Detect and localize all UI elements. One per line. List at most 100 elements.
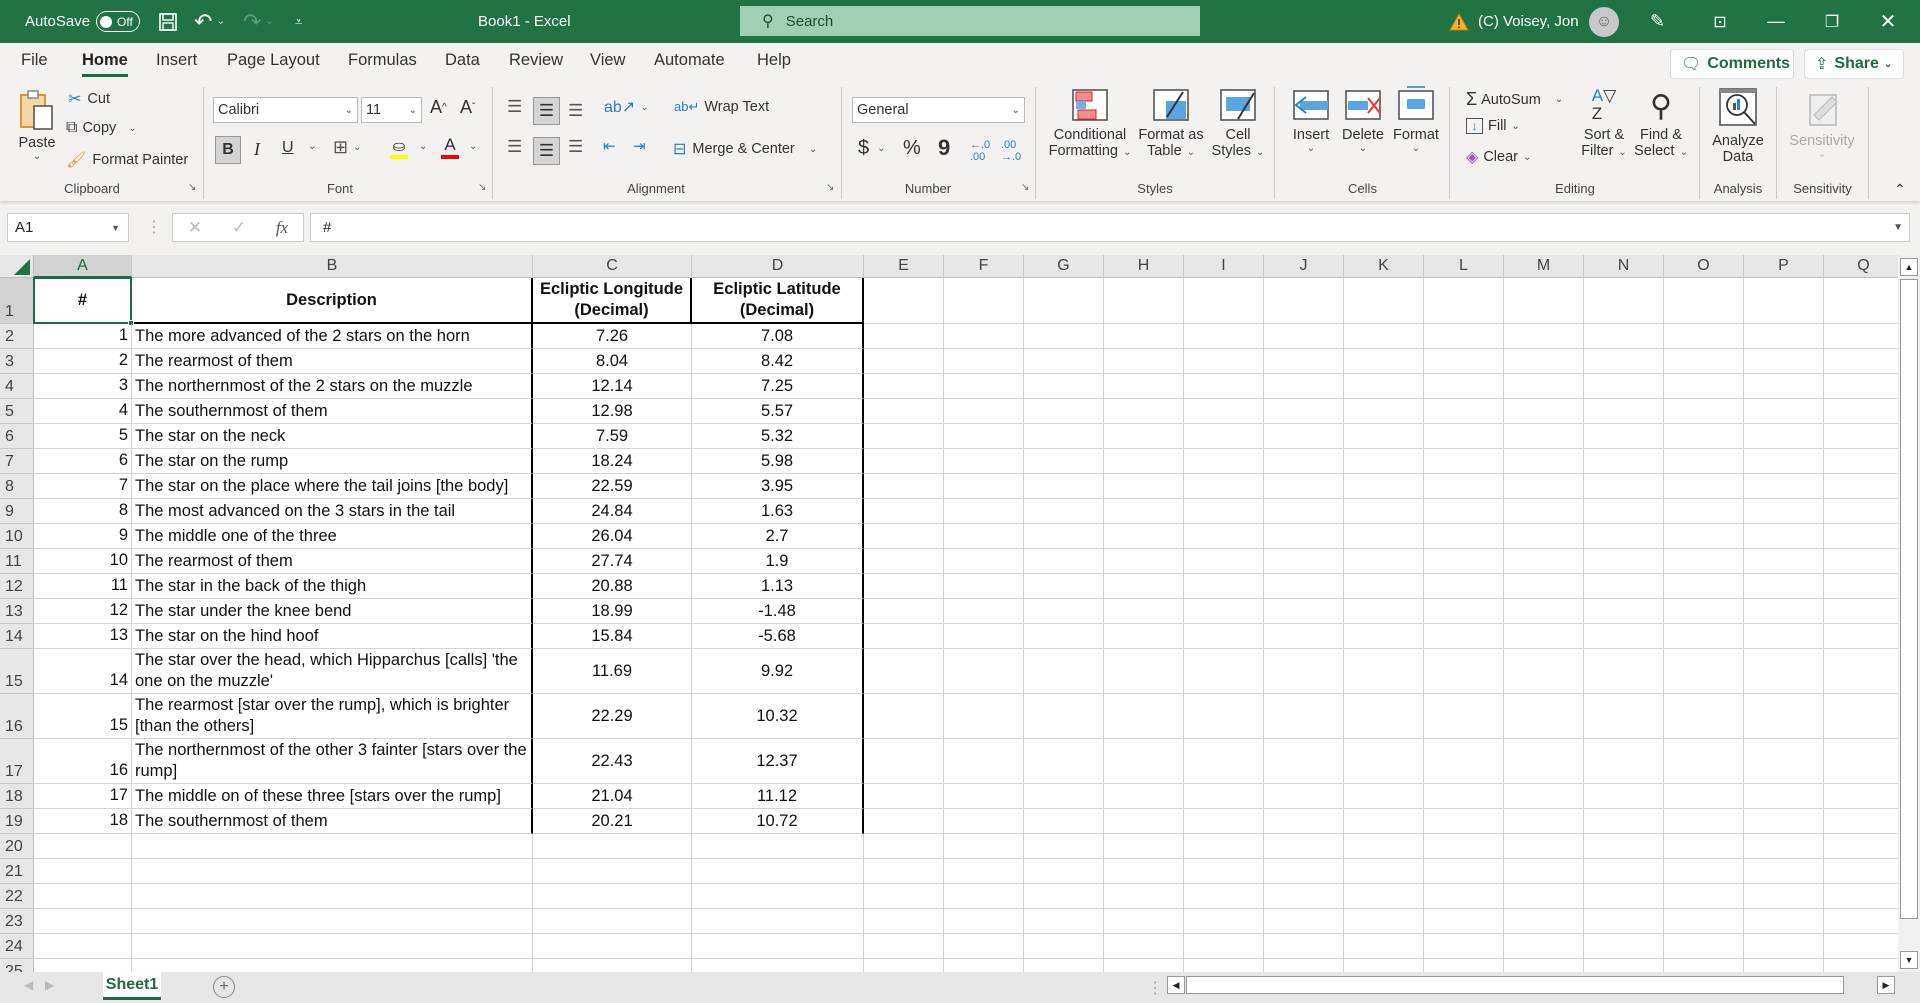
empty-cell[interactable] [1184,784,1264,809]
cell-desc[interactable]: The star on the rump [132,449,533,474]
empty-cell[interactable] [1024,739,1104,784]
cell-lat[interactable]: 7.25 [692,374,864,399]
cell-lon[interactable]: 27.74 [533,549,692,574]
customize-qat-icon[interactable]: ⩡ [295,0,302,43]
empty-cell[interactable] [944,909,1024,934]
empty-cell[interactable] [1184,934,1264,959]
format-painter-button[interactable]: 🖌 Format Painter [66,150,188,170]
empty-cell[interactable] [1264,349,1344,374]
empty-cell[interactable] [1584,884,1664,909]
empty-cell[interactable] [1504,739,1584,784]
cut-button[interactable]: ✂ Cut [68,89,110,109]
empty-cell[interactable] [1504,574,1584,599]
cell-lon[interactable]: 18.99 [533,599,692,624]
empty-cell[interactable] [1184,324,1264,349]
empty-cell[interactable] [1824,694,1898,739]
clipboard-launcher-icon[interactable]: ↘ [188,182,196,193]
empty-cell[interactable] [1184,809,1264,834]
column-header-G[interactable]: G [1024,255,1104,278]
empty-cell[interactable] [1504,474,1584,499]
row-header-4[interactable]: 4 [0,374,34,399]
empty-cell[interactable] [1584,739,1664,784]
empty-cell[interactable] [1104,549,1184,574]
empty-cell[interactable] [1504,349,1584,374]
empty-cell[interactable] [944,474,1024,499]
comments-button[interactable]: 🗨 Comments [1670,49,1794,79]
empty-cell[interactable] [1104,474,1184,499]
cell-desc[interactable]: The star on the neck [132,424,533,449]
empty-cell[interactable] [1264,859,1344,884]
empty-cell[interactable] [1504,374,1584,399]
empty-cell[interactable] [1664,884,1744,909]
empty-cell[interactable] [864,499,944,524]
format-as-table-button[interactable]: Format as Table ⌄ [1136,89,1206,159]
empty-cell[interactable] [1104,499,1184,524]
empty-cell[interactable] [1504,278,1584,324]
empty-cell[interactable] [1184,499,1264,524]
empty-cell[interactable] [1024,399,1104,424]
empty-cell[interactable] [1184,649,1264,694]
cell-lon[interactable]: 22.43 [533,739,692,784]
empty-cell[interactable] [1184,834,1264,859]
empty-cell[interactable] [1824,474,1898,499]
empty-cell[interactable] [1024,884,1104,909]
empty-cell[interactable] [1504,694,1584,739]
column-header-A[interactable]: A [34,255,132,278]
empty-cell[interactable] [1824,809,1898,834]
cell-num[interactable]: 17 [34,784,132,809]
empty-cell[interactable] [1824,739,1898,784]
row-header-23[interactable]: 23 [0,909,34,934]
insert-function-icon[interactable]: fx [276,218,288,238]
empty-cell[interactable] [1424,424,1504,449]
empty-cell[interactable] [1504,909,1584,934]
empty-cell[interactable] [944,784,1024,809]
empty-cell[interactable] [944,649,1024,694]
cell-desc[interactable]: The star on the place where the tail joi… [132,474,533,499]
minimize-icon[interactable]: — [1748,0,1804,43]
empty-cell[interactable] [944,739,1024,784]
tab-view[interactable]: View [590,51,625,70]
empty-cell[interactable] [1264,624,1344,649]
empty-cell[interactable] [864,324,944,349]
empty-cell[interactable] [1824,624,1898,649]
empty-cell[interactable] [1264,424,1344,449]
cell-desc[interactable]: The star under the knee bend [132,599,533,624]
empty-cell[interactable] [944,374,1024,399]
empty-cell[interactable] [1024,909,1104,934]
empty-cell[interactable] [1584,934,1664,959]
paste-button[interactable]: Paste ⌄ [18,89,56,162]
empty-cell[interactable] [944,349,1024,374]
empty-cell[interactable] [944,399,1024,424]
empty-cell[interactable] [1424,649,1504,694]
cell-lon[interactable]: 7.26 [533,324,692,349]
empty-cell[interactable] [1024,934,1104,959]
empty-cell[interactable] [864,739,944,784]
cell-desc[interactable]: The northernmost of the other 3 fainter … [132,739,533,784]
scroll-right-icon[interactable]: ▶ [1877,976,1895,994]
cell-desc[interactable]: The star on the hind hoof [132,624,533,649]
merge-center-button[interactable]: ⊟ Merge & Center ⌄ [673,139,817,159]
empty-cell[interactable] [864,624,944,649]
cell-lat[interactable]: 11.12 [692,784,864,809]
empty-cell[interactable] [1584,424,1664,449]
currency-button[interactable]: $ ⌄ [858,137,886,160]
empty-cell[interactable] [1504,449,1584,474]
empty-cell[interactable] [1264,909,1344,934]
column-header-E[interactable]: E [864,255,944,278]
empty-cell[interactable] [1584,694,1664,739]
cell-styles-button[interactable]: Cell Styles ⌄ [1210,89,1266,159]
avatar-icon[interactable]: ☺ [1589,0,1619,43]
column-header-F[interactable]: F [944,255,1024,278]
empty-cell[interactable] [34,884,132,909]
cell-desc[interactable]: The middle one of the three [132,524,533,549]
vertical-scrollbar[interactable]: ▲ ▼ [1898,255,1920,972]
tab-automate[interactable]: Automate [654,51,725,70]
empty-cell[interactable] [1104,399,1184,424]
empty-cell[interactable] [864,834,944,859]
empty-cell[interactable] [1264,809,1344,834]
sensitivity-button[interactable]: Sensitivity ⌄ [1782,87,1862,160]
collapse-ribbon-icon[interactable]: ⌃ [1894,181,1906,198]
empty-cell[interactable] [1264,324,1344,349]
column-header-M[interactable]: M [1504,255,1584,278]
cell-lon[interactable]: 7.59 [533,424,692,449]
